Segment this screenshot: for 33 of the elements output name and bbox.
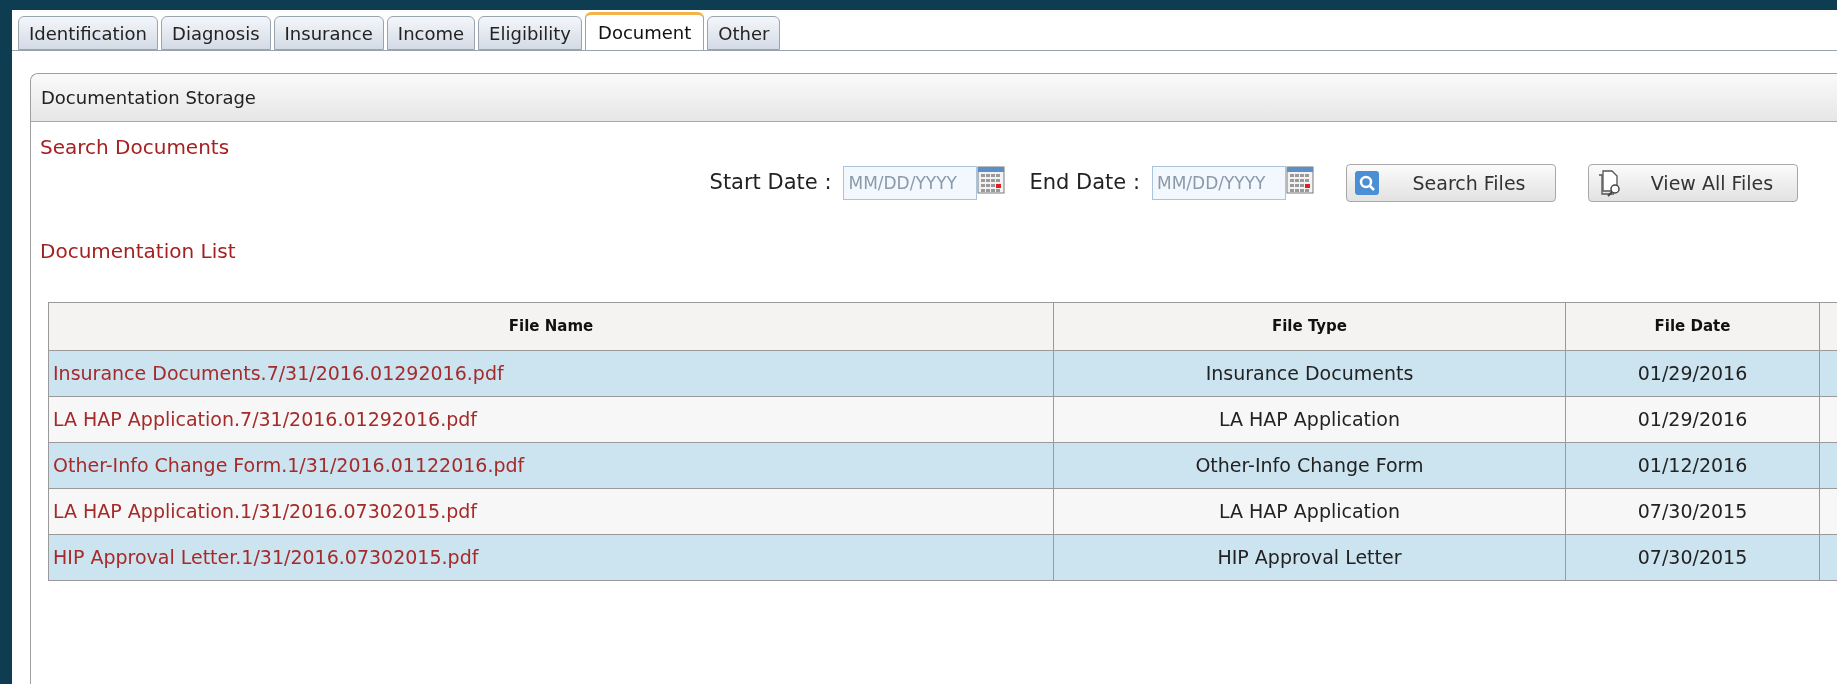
document-magnifier-icon <box>1597 169 1623 197</box>
search-icon <box>1355 171 1379 195</box>
search-button[interactable]: Search Files <box>1346 164 1556 202</box>
tab[interactable]: Eligibility <box>478 16 583 50</box>
tab[interactable]: Identification <box>18 16 159 50</box>
date-field[interactable]: MM/DD/YYYY <box>1152 166 1286 200</box>
table-cell: LA HAP Application <box>1053 488 1566 535</box>
panel-header: Documentation Storage <box>31 74 1837 122</box>
column-header: File Type <box>1053 302 1566 351</box>
section-heading: Documentation List <box>40 238 237 265</box>
tab[interactable]: Other <box>707 16 781 50</box>
table-cell: 01/29/2016 <box>1565 396 1820 443</box>
date-label: Start Date : <box>709 169 832 197</box>
tab[interactable]: Insurance <box>273 16 384 50</box>
table-cell: HIP Approval Letter <box>1053 534 1566 581</box>
tab[interactable]: Document <box>585 12 705 51</box>
column-header: File Date <box>1565 302 1820 351</box>
section-heading: Search Documents <box>40 134 231 161</box>
table-cell: LA HAP Application <box>1053 396 1566 443</box>
calendar-icon[interactable] <box>1286 166 1314 194</box>
tab[interactable]: Income <box>386 16 476 50</box>
date-label: End Date : <box>1029 169 1140 197</box>
table-cell: 07/30/2015 <box>1565 488 1820 535</box>
table-cell: 01/29/2016 <box>1565 350 1820 397</box>
table-cell: Other-Info Change Form <box>1053 442 1566 489</box>
table-cell: 07/30/2015 <box>1565 534 1820 581</box>
table-cell: Insurance Documents <box>1053 350 1566 397</box>
table-cell: 01/12/2016 <box>1565 442 1820 489</box>
calendar-icon[interactable] <box>977 166 1006 194</box>
column-header: File Name <box>48 302 1054 351</box>
view-all-button[interactable]: View All Files <box>1588 164 1798 202</box>
date-field[interactable]: MM/DD/YYYY <box>843 166 978 200</box>
tab[interactable]: Diagnosis <box>161 16 271 50</box>
